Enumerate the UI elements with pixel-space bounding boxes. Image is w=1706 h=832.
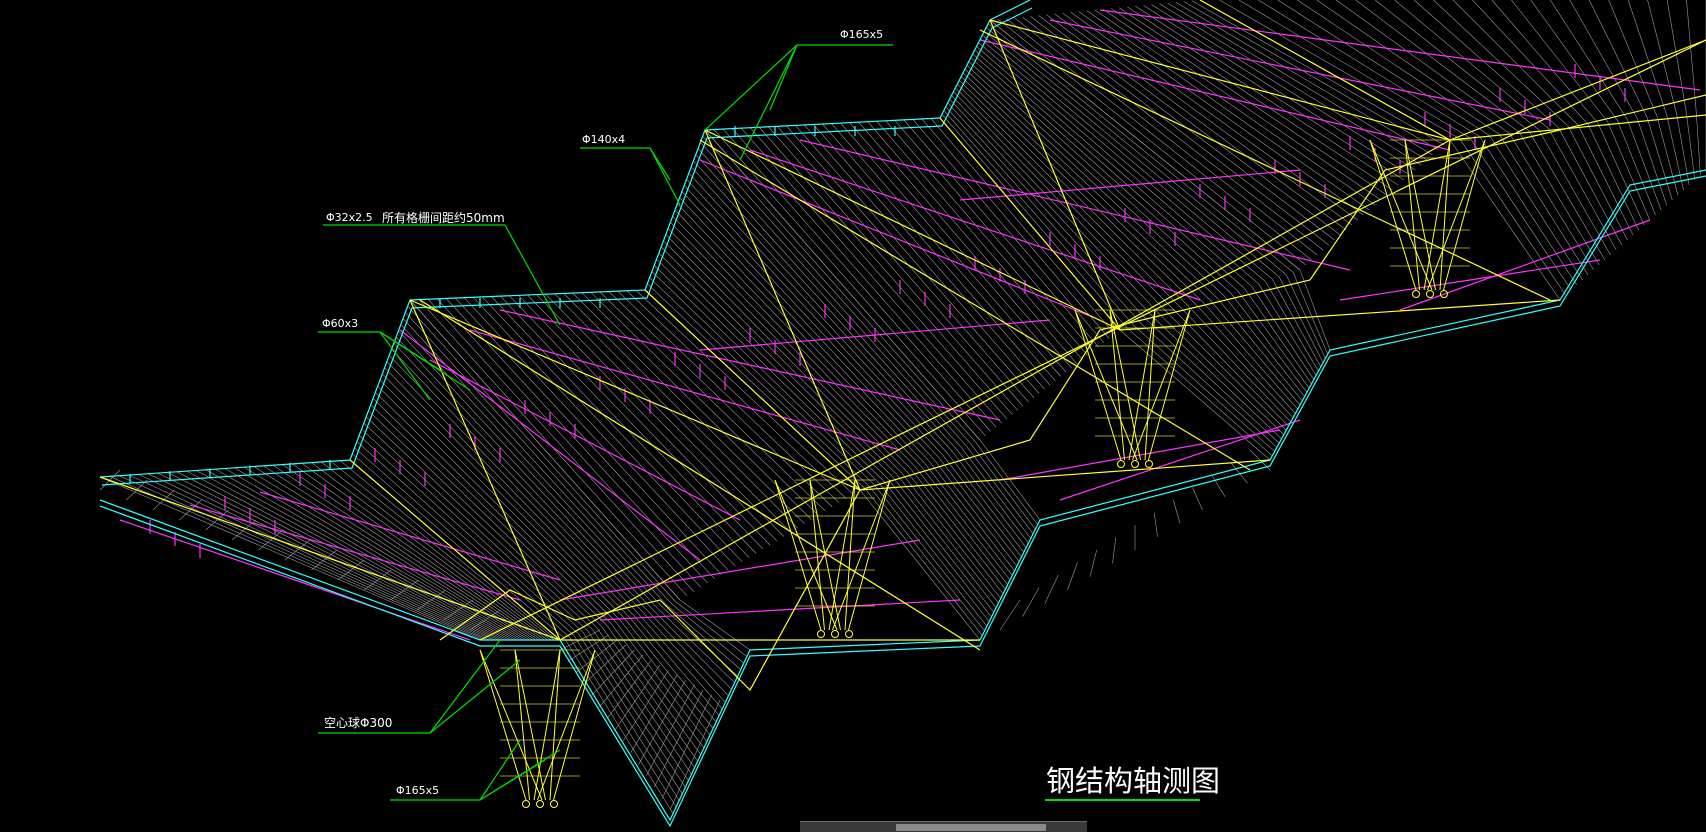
annotation-leader-lines [318,44,893,801]
drawing-title-underline [1045,799,1200,801]
label-grille-spacing: 所有格栅间距约50mm [382,211,505,225]
label-tube-32: Φ32x2.5 [326,211,373,224]
roof-edge-members [99,0,1706,828]
label-tube-60: Φ60x3 [322,317,359,330]
roof-grille-hatching [99,0,1706,821]
label-tube-165-top: Φ165x5 [840,28,884,41]
horizontal-scrollbar[interactable] [800,821,1087,832]
label-hollow-ball: 空心球Φ300 [324,716,393,730]
cad-drawing-canvas[interactable] [0,0,1706,831]
label-tube-165-bottom: Φ165x5 [396,784,440,797]
label-tube-140: Φ140x4 [582,133,626,146]
drawing-title: 钢结构轴测图 [1046,764,1221,798]
scrollbar-thumb[interactable] [896,824,1046,831]
